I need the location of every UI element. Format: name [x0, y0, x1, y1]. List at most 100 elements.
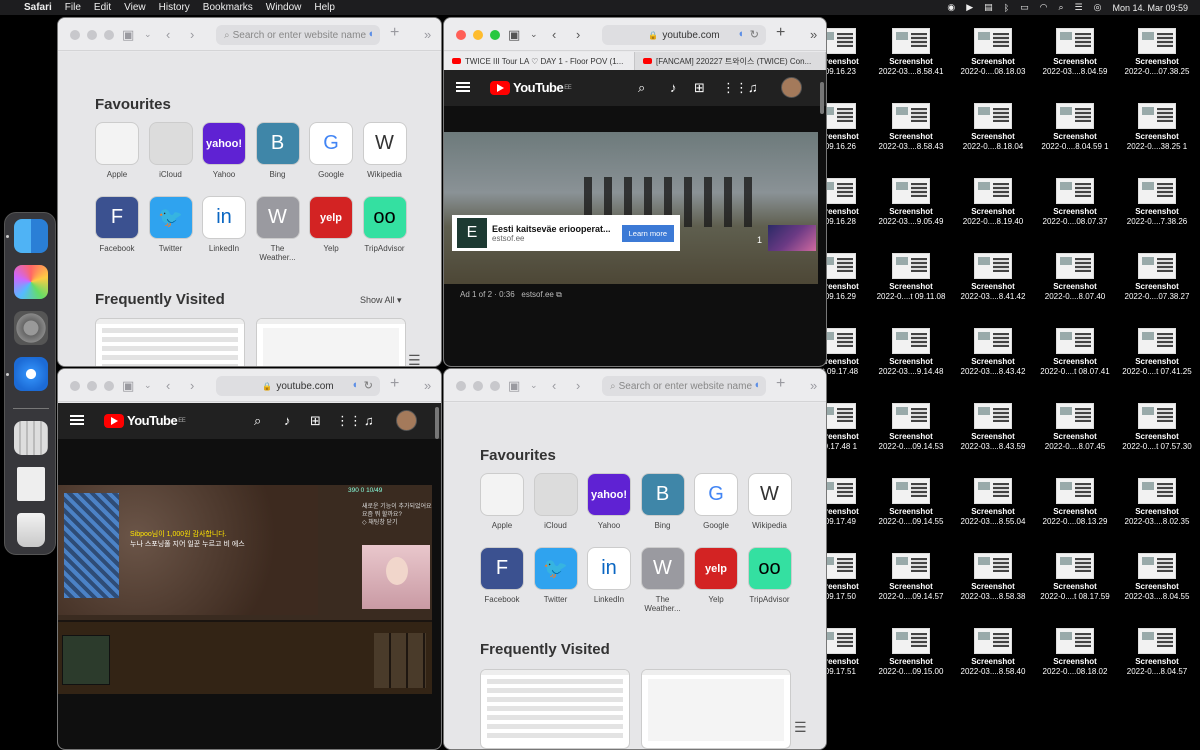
siri-icon[interactable]: ◎ — [1094, 2, 1102, 13]
desktop-screenshot-file[interactable]: Screenshot 2022-0....8.07.45 — [1034, 395, 1116, 470]
minimize-button[interactable] — [473, 30, 483, 40]
downloads-stack-icon[interactable] — [14, 421, 48, 455]
favourite-apple[interactable]: Apple — [95, 122, 139, 179]
sidebar-icon[interactable]: ▣ — [508, 27, 520, 43]
sidebar-icon[interactable]: ▣ — [122, 378, 134, 394]
mic-icon[interactable]: ◖ — [737, 28, 744, 40]
apps-grid-icon[interactable]: ⋮⋮ — [722, 80, 748, 96]
zoom-button[interactable] — [490, 381, 500, 391]
customize-icon[interactable]: ☰ — [794, 719, 807, 736]
desktop-screenshot-file[interactable]: Screenshot 2022-0....09.14.55 — [870, 470, 952, 545]
tab-overview-icon[interactable]: » — [810, 27, 817, 42]
customize-icon[interactable]: ☰ — [408, 352, 421, 366]
input-source-icon[interactable]: ▤ — [984, 2, 993, 13]
play-icon[interactable]: ▶ — [966, 2, 973, 13]
desktop-screenshot-file[interactable]: Screenshot 2022-03....8.58.41 — [870, 20, 952, 95]
battery-icon[interactable]: ▭ — [1020, 2, 1029, 13]
favourite-apple[interactable]: Apple — [480, 473, 524, 530]
favourite-facebook[interactable]: F Facebook — [95, 196, 139, 253]
favourite-twitter[interactable]: 🐦 Twitter — [533, 547, 578, 604]
favourite-tripadvisor[interactable]: oo TripAdvisor — [747, 547, 792, 604]
frequent-site-card[interactable] — [256, 318, 406, 366]
forward-icon[interactable]: › — [190, 27, 194, 42]
menu-app-name[interactable]: Safari — [24, 2, 52, 13]
favourite-linkedin[interactable]: in LinkedIn — [202, 196, 246, 253]
new-tab-icon[interactable]: + — [390, 24, 399, 42]
favourite-icloud[interactable]: iCloud — [533, 473, 578, 530]
mic-icon[interactable]: ◖ — [367, 28, 374, 40]
back-icon[interactable]: ‹ — [552, 378, 556, 393]
notifications-bell-icon[interactable]: ♫ — [748, 80, 758, 95]
desktop-screenshot-file[interactable]: Screenshot 2022-0....8.19.40 — [952, 170, 1034, 245]
desktop-screenshot-file[interactable]: Screenshot 2022-0....7.38.26 — [1116, 170, 1198, 245]
finder-icon[interactable] — [14, 219, 48, 253]
desktop-screenshot-file[interactable]: Screenshot 2022-03....8.41.42 — [952, 245, 1034, 320]
desktop-screenshot-file[interactable]: Screenshot 2022-0....08.18.02 — [1034, 620, 1116, 695]
tab-overview-icon[interactable]: » — [424, 378, 431, 393]
favourite-the-weather[interactable]: W The Weather... — [640, 547, 685, 613]
create-video-icon[interactable]: ⊞ — [694, 80, 705, 96]
close-button[interactable] — [70, 30, 80, 40]
desktop-screenshot-file[interactable]: Screenshot 2022-03....8.04.55 — [1116, 545, 1198, 620]
scrollbar[interactable] — [435, 407, 439, 439]
menu-history[interactable]: History — [159, 2, 190, 13]
minimize-button[interactable] — [87, 30, 97, 40]
scrollbar[interactable] — [820, 82, 824, 114]
chevron-down-icon[interactable]: ⌄ — [144, 29, 152, 40]
desktop-screenshot-file[interactable]: Screenshot 2022-0....8.04.57 — [1116, 620, 1198, 695]
menu-window[interactable]: Window — [266, 2, 302, 13]
menu-bookmarks[interactable]: Bookmarks — [203, 2, 253, 13]
close-button[interactable] — [70, 381, 80, 391]
video-player[interactable] — [444, 132, 818, 284]
frequent-site-card[interactable] — [95, 318, 245, 366]
desktop-screenshot-file[interactable]: Screenshot 2022-03....8.58.40 — [952, 620, 1034, 695]
address-bar[interactable]: ⌕ Search or enter website name ◖ — [216, 25, 380, 45]
new-tab-icon[interactable]: + — [776, 375, 785, 393]
reload-icon[interactable]: ↻ — [750, 28, 759, 41]
search-icon[interactable]: ⌕ — [638, 80, 645, 96]
favourite-yahoo[interactable]: yahoo! Yahoo — [587, 473, 631, 530]
sidebar-icon[interactable]: ▣ — [122, 27, 134, 43]
favourite-the-weather[interactable]: W The Weather... — [255, 196, 300, 262]
menu-help[interactable]: Help — [314, 2, 335, 13]
zoom-button[interactable] — [490, 30, 500, 40]
favourite-twitter[interactable]: 🐦 Twitter — [148, 196, 193, 253]
desktop-screenshot-file[interactable]: Screenshot 2022-03....8.04.59 — [1034, 20, 1116, 95]
search-icon[interactable]: ⌕ — [254, 413, 261, 429]
desktop-screenshot-file[interactable]: Screenshot 2022-0....t 08.07.41 — [1034, 320, 1116, 395]
back-icon[interactable]: ‹ — [552, 27, 556, 42]
documents-stack-icon[interactable] — [17, 467, 45, 501]
sidebar-icon[interactable]: ▣ — [508, 378, 520, 394]
safari-icon[interactable] — [14, 357, 48, 391]
tab-overview-icon[interactable]: » — [424, 27, 431, 42]
desktop-screenshot-file[interactable]: Screenshot 2022-0....8.07.40 — [1034, 245, 1116, 320]
learn-more-button[interactable]: Learn more — [621, 225, 674, 242]
menu-file[interactable]: File — [65, 2, 81, 13]
address-bar[interactable]: ⌕ Search or enter website name ◖ — [602, 376, 766, 396]
video-player[interactable]: Sibpoo님이 1,000원 감사합니다. 누나 스포닝풀 지어 일꾼 누르고… — [58, 485, 432, 694]
tab-twice-tour[interactable]: TWICE III Tour LA ♡ DAY 1 - Floor POV (1… — [444, 52, 635, 70]
address-bar[interactable]: 🔒 youtube.com ◖ ↻ — [602, 25, 766, 45]
new-tab-icon[interactable]: + — [776, 24, 785, 42]
desktop-screenshot-file[interactable]: Screenshot 2022-0....07.38.27 — [1116, 245, 1198, 320]
forward-icon[interactable]: › — [190, 378, 194, 393]
desktop-screenshot-file[interactable]: Screenshot 2022-03....9.05.49 — [870, 170, 952, 245]
desktop-screenshot-file[interactable]: Screenshot 2022-0....t 08.17.59 — [1034, 545, 1116, 620]
favourite-wikipedia[interactable]: W Wikipedia — [747, 473, 792, 530]
menu-edit[interactable]: Edit — [94, 2, 111, 13]
mic-icon[interactable]: ♪ — [670, 80, 677, 95]
desktop-screenshot-file[interactable]: Screenshot 2022-03....9.14.48 — [870, 320, 952, 395]
hamburger-menu-icon[interactable] — [456, 82, 470, 92]
chevron-down-icon[interactable]: ⌄ — [530, 29, 538, 40]
mic-icon[interactable]: ♪ — [284, 413, 291, 428]
desktop-screenshot-file[interactable]: Screenshot 2022-0....07.38.25 — [1116, 20, 1198, 95]
forward-icon[interactable]: › — [576, 378, 580, 393]
desktop-screenshot-file[interactable]: Screenshot 2022-0....08.13.29 — [1034, 470, 1116, 545]
apps-grid-icon[interactable]: ⋮⋮ — [336, 413, 362, 429]
favourite-icloud[interactable]: iCloud — [148, 122, 193, 179]
show-all-button[interactable]: Show All ▾ — [360, 295, 402, 306]
favourite-yelp[interactable]: yelp Yelp — [309, 196, 353, 253]
minimize-button[interactable] — [87, 381, 97, 391]
desktop-screenshot-file[interactable]: Screenshot 2022-03....8.02.35 — [1116, 470, 1198, 545]
back-icon[interactable]: ‹ — [166, 378, 170, 393]
